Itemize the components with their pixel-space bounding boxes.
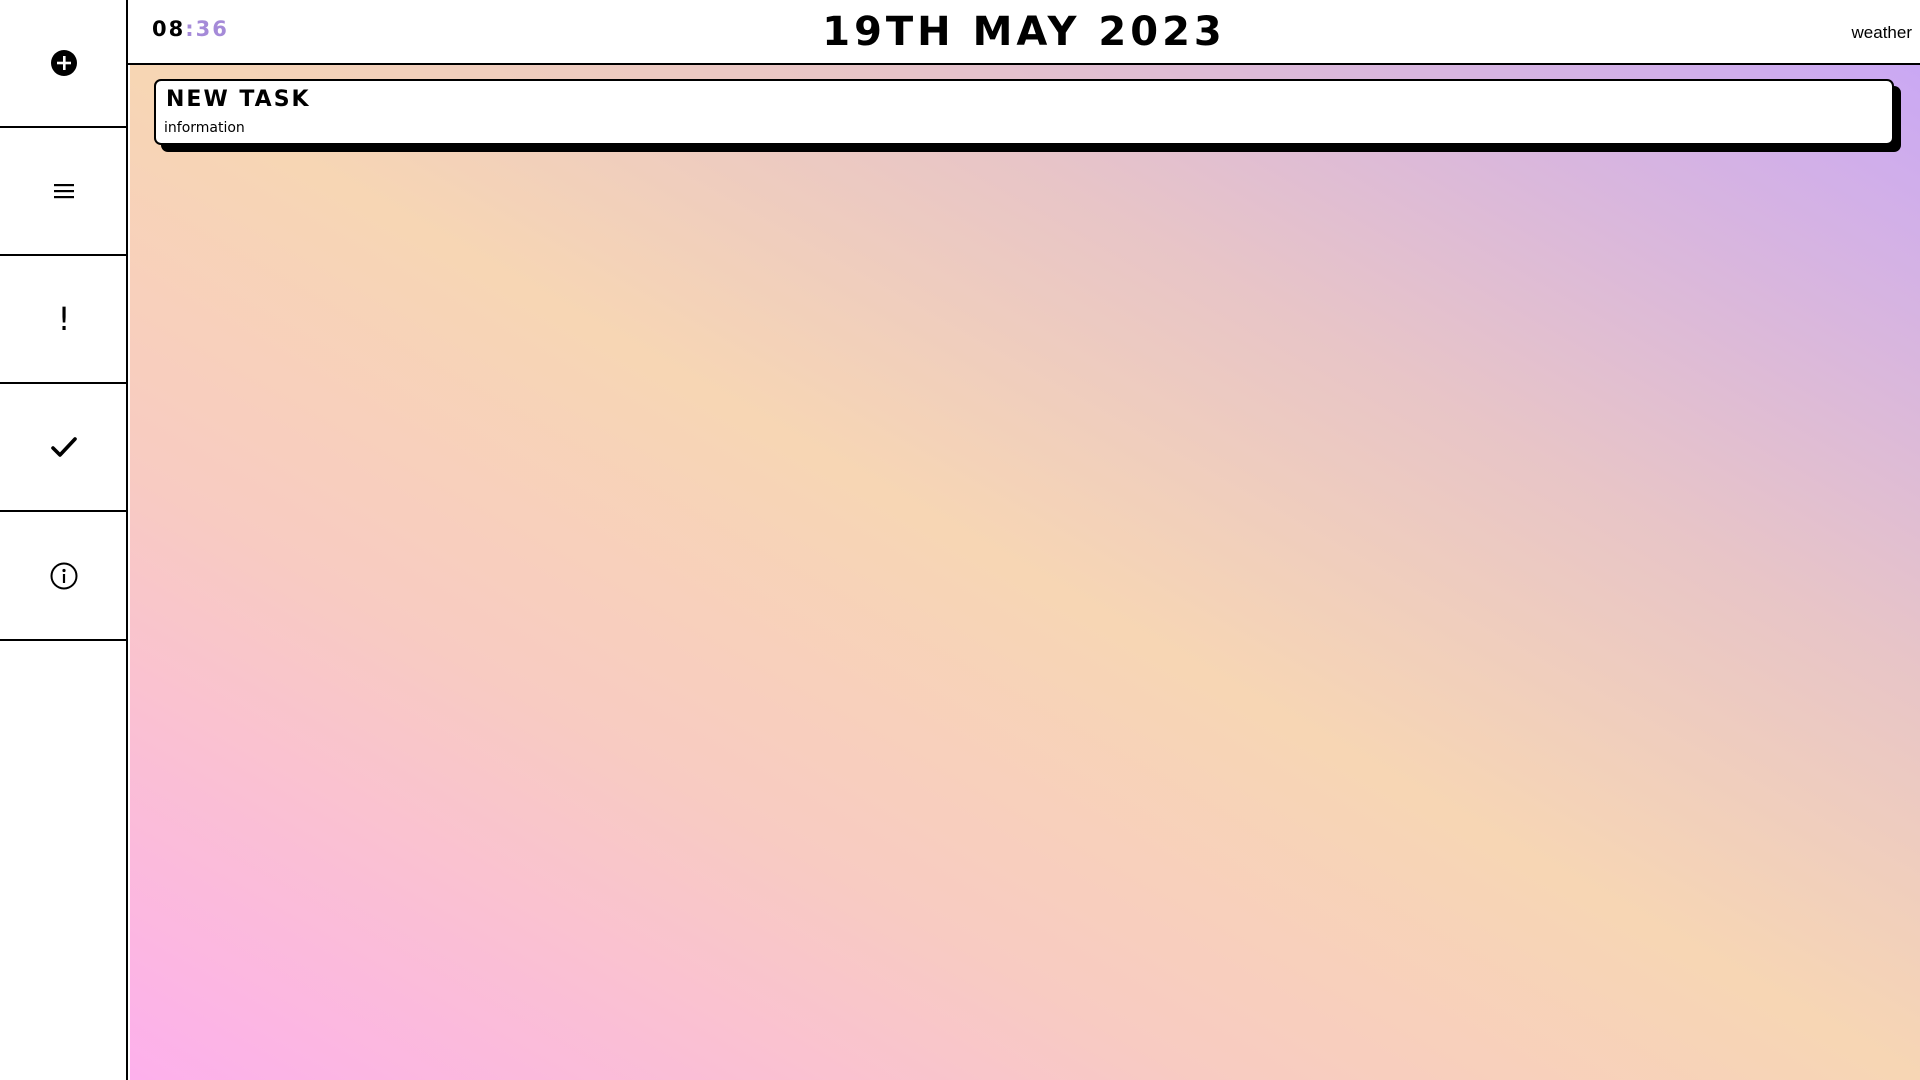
sidebar-item-menu[interactable] [0, 128, 128, 256]
app-window: ! 08:36 19TH MAY 2023 weather NEW TASK i… [0, 0, 1920, 1080]
task-card[interactable]: NEW TASK information [154, 79, 1894, 145]
checkmark-icon [50, 435, 78, 459]
weather-label: weather [1851, 23, 1912, 42]
page-title-date: 19TH MAY 2023 [822, 9, 1226, 55]
info-icon [49, 561, 79, 591]
task-board: NEW TASK information [130, 65, 1920, 1080]
task-info: information [164, 120, 245, 136]
exclamation-icon: ! [57, 300, 71, 338]
menu-icon [52, 181, 76, 201]
task-title: NEW TASK [166, 87, 311, 112]
sidebar-item-important[interactable]: ! [0, 256, 128, 384]
sidebar-item-add[interactable] [0, 0, 128, 128]
sidebar: ! [0, 0, 128, 1080]
sidebar-item-info[interactable] [0, 512, 128, 641]
add-circle-icon [50, 49, 78, 77]
header-bar: 08:36 19TH MAY 2023 weather [128, 0, 1920, 65]
sidebar-item-completed[interactable] [0, 384, 128, 512]
